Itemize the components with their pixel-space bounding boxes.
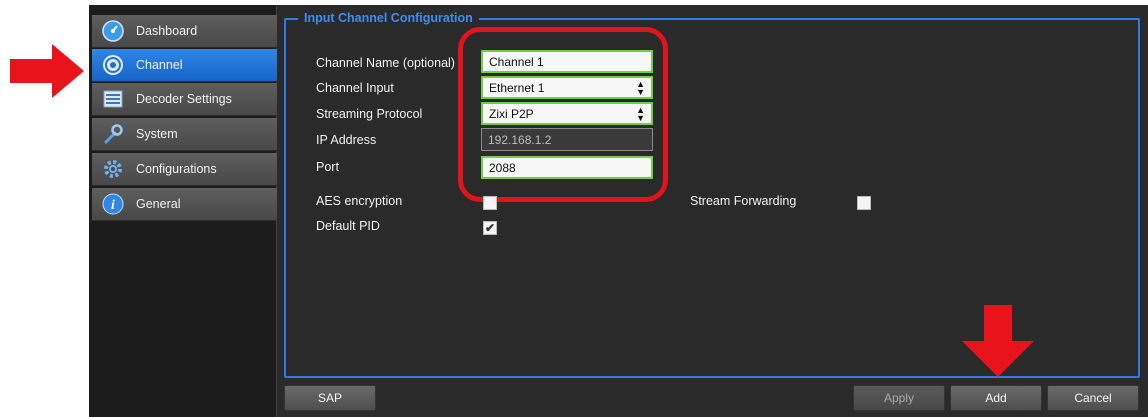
checkmark-icon: ✔ (484, 221, 496, 235)
stream-forwarding-label: Stream Forwarding (690, 194, 797, 208)
sidebar-item-configurations[interactable]: Configurations (92, 153, 277, 186)
sidebar-item-decoder-settings[interactable]: Decoder Settings (92, 83, 277, 116)
wrench-icon (102, 123, 124, 145)
sidebar-item-general[interactable]: i General (92, 188, 277, 221)
apply-button[interactable]: Apply (853, 385, 945, 411)
sidebar-item-system[interactable]: System (92, 118, 277, 151)
sidebar-item-label: Channel (136, 58, 183, 72)
add-button[interactable]: Add (950, 385, 1042, 411)
panel-title: Input Channel Configuration (298, 11, 479, 25)
sidebar: Dashboard Channel Decoder Settings Syste… (89, 5, 277, 417)
sidebar-item-label: Configurations (136, 162, 217, 176)
sidebar-item-channel[interactable]: Channel (92, 49, 277, 82)
ip-address-label: IP Address (316, 133, 377, 147)
dashboard-icon (102, 20, 124, 42)
info-icon: i (102, 193, 124, 215)
channel-icon (102, 54, 124, 76)
aes-encryption-label: AES encryption (316, 194, 403, 208)
sidebar-item-label: Decoder Settings (136, 92, 232, 106)
channel-name-label: Channel Name (optional) (316, 56, 455, 70)
annotation-arrow-down (962, 305, 1034, 377)
default-pid-label: Default PID (316, 219, 380, 233)
cancel-button[interactable]: Cancel (1047, 385, 1139, 411)
svg-text:i: i (111, 198, 115, 213)
streaming-protocol-label: Streaming Protocol (316, 107, 423, 121)
sidebar-item-label: Dashboard (136, 24, 198, 38)
sap-button[interactable]: SAP (284, 385, 376, 411)
decoder-settings-icon (102, 88, 124, 110)
stream-forwarding-checkbox[interactable] (857, 196, 871, 210)
gear-icon (102, 158, 124, 180)
sidebar-item-label: System (136, 127, 178, 141)
sidebar-item-label: General (136, 197, 181, 211)
default-pid-checkbox[interactable]: ✔ (483, 221, 497, 235)
port-label: Port (316, 160, 339, 174)
sidebar-item-dashboard[interactable]: Dashboard (92, 15, 277, 48)
channel-input-label: Channel Input (316, 81, 394, 95)
annotation-arrow-right (10, 44, 84, 98)
annotation-highlight-box (458, 27, 668, 202)
aes-encryption-checkbox[interactable] (483, 196, 497, 210)
